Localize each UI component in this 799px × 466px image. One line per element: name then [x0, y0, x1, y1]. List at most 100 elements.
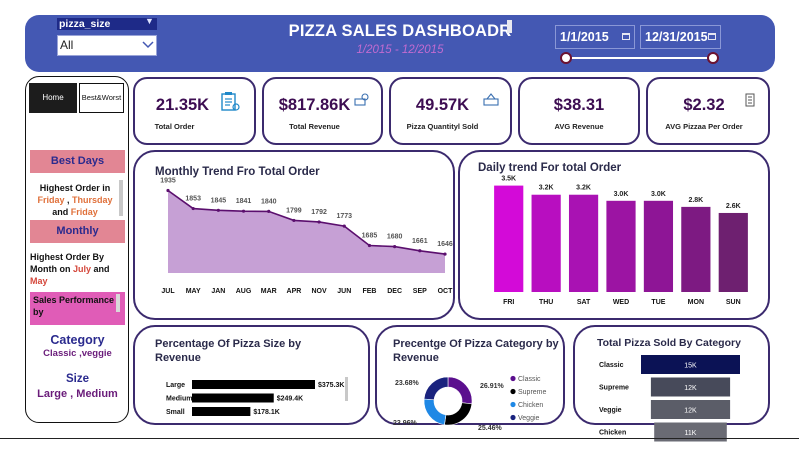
kpi-label: AVG Revenue: [554, 122, 604, 131]
data-label: 1792: [311, 209, 327, 216]
data-label: 1680: [387, 234, 403, 241]
monthly-trend-panel: Monthly Trend Fro Total Order 1935 JUL 185…: [133, 150, 455, 320]
pizza-category-panel: Precentge Of Pizza Category by Revenue 2…: [375, 325, 565, 432]
data-label: 1845: [211, 197, 227, 204]
category-title: Category: [50, 333, 105, 347]
best-worst-button[interactable]: Best&Worst: [79, 83, 124, 113]
dashboard-subtitle: 1/2015 - 12/2015: [356, 44, 444, 56]
best-days-text: Highest Order in Friday , Thursday and F…: [30, 182, 120, 218]
x-tick-label: WED: [613, 299, 629, 306]
legend-swatch: [510, 388, 516, 395]
x-tick-label: JAN: [211, 288, 225, 295]
monthly-trend-chart: 1935 JUL 1853 MAY 1845 JAN 1841 AUG 1840 MAR 1799 A…: [160, 178, 454, 296]
data-label: $249.4K: [277, 396, 303, 403]
monthly-text: Highest Order By Month on July and May: [30, 251, 120, 287]
legend-label: Chicken: [518, 402, 543, 409]
title-marker: [507, 20, 512, 33]
x-tick-label: AUG: [236, 288, 252, 295]
bar: [643, 200, 674, 292]
legend-label: Supreme: [518, 389, 547, 396]
sales-performance-scrollbar[interactable]: [116, 294, 120, 312]
donut-slice: [447, 376, 473, 405]
home-button[interactable]: Home: [29, 83, 77, 113]
x-tick-label: THU: [539, 299, 553, 306]
legend-swatch: [510, 414, 516, 421]
data-label: 12K: [684, 408, 697, 415]
data-label: 3.0K: [651, 191, 666, 198]
pizza-sold-category-chart: Classic 15K Supreme 12K Veggie 12K Chicken 11K: [599, 355, 740, 442]
size-title: Size: [65, 373, 89, 385]
calendar-icon[interactable]: [622, 33, 630, 40]
x-tick-label: TUE: [651, 299, 665, 306]
bar: [681, 206, 711, 292]
data-point: [443, 252, 447, 256]
data-label: 2.6K: [726, 203, 741, 210]
kpi-label: Pizza Quantityl Sold: [406, 122, 479, 131]
slice-label: 23.68%: [395, 380, 420, 387]
monthly-and: and: [91, 264, 110, 274]
monthly-may: May: [30, 276, 48, 286]
header-bar: pizza_size ▼ All PIZZA SALES DASHBOADR 1…: [25, 15, 775, 72]
x-tick-label: OCT: [438, 288, 454, 295]
pizza-sold-category-panel: Total Pizza Sold By Category Classic 15K S…: [573, 325, 770, 442]
size-value: Large , Medium: [37, 388, 118, 400]
data-label: 1646: [437, 241, 453, 248]
x-tick-label: SEP: [413, 288, 427, 295]
date-range-slider-track[interactable]: [565, 57, 713, 59]
data-label: $178.1K: [253, 409, 279, 416]
x-tick-label: DEC: [387, 288, 402, 295]
best-days-scrollbar[interactable]: [119, 180, 123, 216]
kpi-label: Total Order: [154, 122, 195, 131]
x-tick-label: MAR: [261, 288, 277, 295]
date-range-start-handle[interactable]: [560, 52, 572, 64]
area-fill: [168, 190, 445, 273]
donut-slice: [444, 402, 473, 426]
slice-label: 26.91%: [480, 383, 505, 390]
sales-performance-text: Sales Performance by: [33, 295, 115, 317]
start-date-input[interactable]: 1/1/2015: [555, 25, 635, 49]
slice-label: 25.46%: [478, 425, 503, 432]
money-icon: [354, 93, 369, 106]
data-point: [267, 209, 271, 213]
legend-swatch: [510, 375, 516, 382]
slice-label: 23.96%: [393, 420, 418, 427]
data-point: [166, 188, 170, 193]
pizza-size-slicer-label: pizza_size: [57, 18, 157, 30]
data-point: [418, 249, 422, 253]
kpi-pizza-quantity-sold: 49.57K Pizza Quantityl Sold: [389, 77, 512, 145]
x-tick-label: MAY: [186, 288, 201, 295]
data-label: 1840: [261, 198, 277, 205]
end-date-input[interactable]: 12/31/2015: [640, 25, 721, 49]
kpi-value: $38.31: [553, 96, 605, 114]
bar: [192, 380, 315, 389]
best-days-and: and: [52, 207, 71, 217]
monthly-july: July: [72, 264, 91, 274]
chevron-down-icon[interactable]: ▼: [145, 16, 154, 26]
pizza-category-donut: 26.91% 25.46% 23.96% 23.68% Classic Supreme Ch…: [393, 375, 547, 432]
data-label: 11K: [685, 430, 697, 437]
calendar-icon[interactable]: [708, 33, 716, 40]
y-tick-label: Veggie: [599, 407, 622, 414]
chevron-down-icon[interactable]: [141, 37, 155, 51]
x-tick-label: SUN: [726, 299, 741, 306]
data-label: 2.8K: [688, 197, 703, 204]
data-point: [317, 220, 321, 224]
bar: [606, 200, 636, 292]
kpi-total-order: 21.35K Total Order: [133, 77, 256, 145]
legend-label: Veggie: [518, 415, 540, 422]
date-range-end-handle[interactable]: [707, 52, 719, 64]
data-label: 15K: [684, 363, 697, 370]
category-value: Classic ,veggie: [43, 348, 112, 359]
clipboard-icon: [221, 92, 240, 111]
best-days-heading: Best Days: [30, 150, 125, 173]
y-tick-label: Classic: [599, 362, 624, 369]
data-label: 1773: [336, 213, 352, 220]
pizza-size-scrollbar[interactable]: [345, 377, 348, 401]
bar: [718, 212, 748, 292]
sales-performance-box: Sales Performance by: [30, 292, 125, 325]
y-tick-label: Supreme: [599, 385, 629, 392]
data-point: [216, 208, 220, 212]
kpi-total-revenue: $817.86K Total Revenue: [262, 77, 383, 145]
sidebar: [25, 76, 129, 423]
y-tick-label: Large: [166, 382, 185, 389]
